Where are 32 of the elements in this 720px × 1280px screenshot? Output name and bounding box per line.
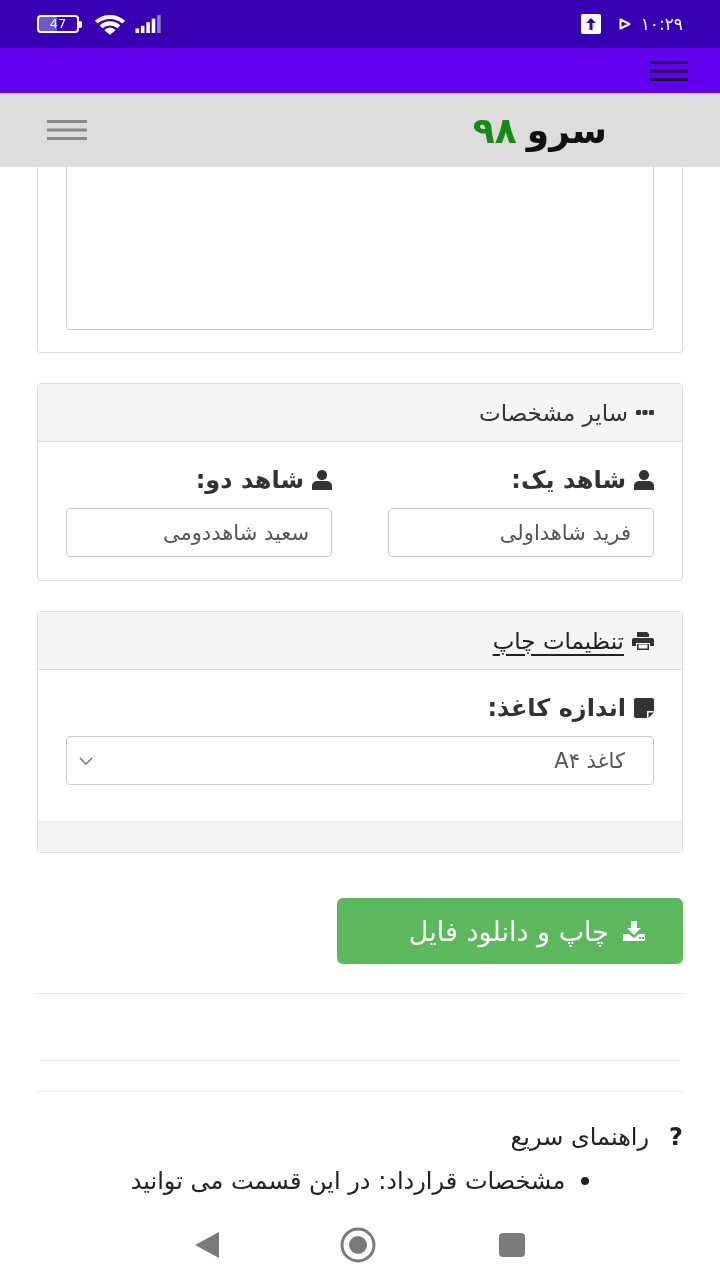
chevron-down-icon	[79, 756, 93, 765]
battery-indicator: 47	[37, 15, 82, 33]
user-icon	[312, 470, 332, 490]
download-icon	[623, 921, 645, 941]
sticky-note-icon	[634, 698, 654, 718]
paper-size-select[interactable]: کاغذ A۴	[66, 736, 654, 785]
printer-icon	[632, 631, 654, 650]
text-input[interactable]: سعید شاهددومی	[66, 508, 332, 557]
field-label: شاهد یک:	[511, 466, 626, 494]
section-title: سایر مشخصات	[479, 399, 628, 426]
recent-apps-icon[interactable]	[499, 1233, 525, 1257]
clock-time: ۱۰:۲۹	[640, 14, 683, 34]
signal-icon	[134, 15, 164, 33]
field-label: شاهد دو:	[195, 466, 304, 494]
question-mark-icon: ?	[669, 1123, 683, 1151]
wifi-icon	[94, 13, 126, 35]
home-icon[interactable]	[340, 1227, 376, 1263]
text-area-field[interactable]	[66, 167, 654, 330]
ellipsis-icon	[636, 410, 654, 415]
text-input[interactable]: فرید شاهداولی	[388, 508, 654, 557]
menu-icon[interactable]	[47, 120, 87, 140]
field-label: اندازه کاغذ:	[487, 694, 626, 722]
help-text: مشخصات قرارداد: در این قسمت می توانید	[130, 1167, 566, 1195]
user-icon	[634, 470, 654, 490]
section-title-link[interactable]: تنظیمات چاپ	[492, 627, 624, 654]
menu-icon[interactable]	[650, 60, 688, 81]
bullet-icon	[581, 1177, 590, 1185]
upload-icon	[580, 14, 601, 34]
help-title: راهنمای سریع	[510, 1123, 650, 1151]
logo-text[interactable]: سرو	[526, 109, 607, 151]
back-icon[interactable]	[195, 1232, 219, 1258]
play-icon	[618, 18, 631, 30]
